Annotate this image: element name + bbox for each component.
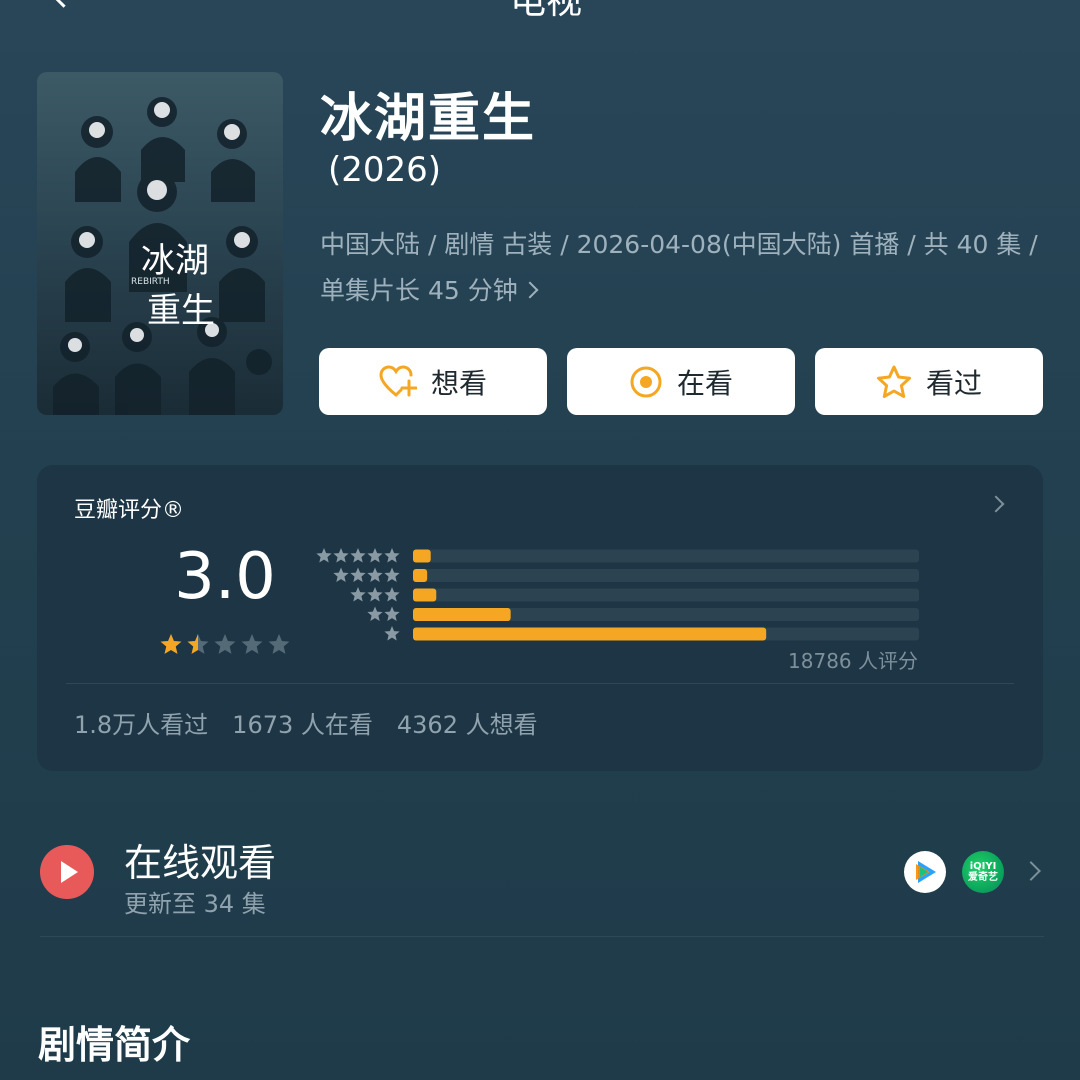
iqiyi-icon[interactable]: iQIYI 爱奇艺 (962, 851, 1004, 893)
distribution-star-icon (367, 567, 383, 582)
rating-star-icon (241, 634, 263, 654)
distribution-bar-3-star (413, 588, 437, 602)
nav-title: 电视 (510, 0, 583, 22)
rating-star-icon (214, 634, 236, 654)
distribution-track (413, 569, 919, 582)
svg-text:重生: 重生 (147, 291, 215, 331)
target-icon (630, 366, 662, 397)
distribution-star-icon (333, 567, 349, 582)
movie-meta-text: 中国大陆 / 剧情 古装 / 2026-04-08(中国大陆) 首播 / 共 4… (320, 230, 1038, 305)
rating-stats: 1.8万人看过 1673 人在看 4362 人想看 (74, 705, 538, 740)
watched-button[interactable]: 看过 (815, 348, 1043, 415)
watching-label: 在看 (676, 366, 733, 400)
rating-count: 18786 人评分 (788, 649, 918, 673)
distribution-star-icon (384, 567, 400, 582)
distribution-track (413, 588, 919, 602)
distribution-bar-2-star (413, 608, 511, 621)
stat-watching[interactable]: 1673 人在看 (232, 705, 373, 740)
distribution-star-icon (384, 587, 400, 602)
rating-score: 3.0 (174, 540, 276, 614)
play-icon[interactable] (40, 845, 94, 899)
want-label: 想看 (430, 366, 487, 400)
movie-year: (2026) (328, 150, 442, 190)
stat-watched[interactable]: 1.8万人看过 (74, 705, 208, 740)
distribution-star-icon (367, 587, 383, 602)
stat-want[interactable]: 4362 人想看 (397, 705, 538, 740)
poster-subtitle-art: REBIRTH (131, 277, 170, 287)
distribution-star-icon (350, 548, 366, 563)
movie-meta[interactable]: 中国大陆 / 剧情 古装 / 2026-04-08(中国大陆) 首播 / 共 4… (320, 222, 1040, 314)
rating-label: 豆瓣评分® (74, 498, 185, 523)
synopsis-title: 剧情简介 (38, 1023, 191, 1067)
tencent-video-icon[interactable] (904, 851, 946, 893)
chevron-right-icon (521, 281, 539, 299)
watched-label: 看过 (925, 366, 982, 400)
star-icon (876, 365, 911, 398)
distribution-star-icon (316, 548, 332, 563)
distribution-star-icon (367, 606, 383, 621)
divider (66, 683, 1014, 684)
watching-button[interactable]: 在看 (567, 348, 795, 415)
distribution-track (413, 549, 919, 563)
chevron-right-icon[interactable] (1021, 861, 1041, 881)
movie-title: 冰湖重生 (320, 89, 537, 149)
distribution-star-icon (333, 548, 349, 563)
rating-star-fill (160, 634, 182, 654)
distribution-star-icon (384, 626, 400, 641)
distribution-star-icon (384, 548, 400, 563)
divider (40, 936, 1044, 937)
distribution-star-icon (350, 567, 366, 582)
watch-online-subtitle: 更新至 34 集 (124, 890, 266, 918)
iqiyi-logo-bottom: 爱奇艺 (968, 872, 998, 883)
distribution-bar-1-star (413, 627, 767, 641)
poster-image[interactable]: 冰湖 重生 REBIRTH (37, 72, 283, 415)
distribution-star-icon (350, 587, 366, 602)
iqiyi-logo-top: iQIYI (969, 861, 997, 872)
distribution-star-icon (384, 606, 400, 621)
rating-star-icon (268, 634, 290, 654)
heart-plus-icon (379, 364, 417, 396)
rating-distribution (310, 540, 930, 649)
distribution-bar-4-star (413, 569, 428, 582)
score-stars (158, 632, 292, 662)
distribution-star-icon (367, 548, 383, 563)
poster-title-art: 冰湖 (141, 241, 209, 281)
watch-online-title[interactable]: 在线观看 (124, 832, 276, 887)
back-chevron-icon[interactable] (47, 0, 80, 8)
want-button[interactable]: 想看 (319, 348, 547, 415)
distribution-bar-5-star (413, 549, 431, 563)
